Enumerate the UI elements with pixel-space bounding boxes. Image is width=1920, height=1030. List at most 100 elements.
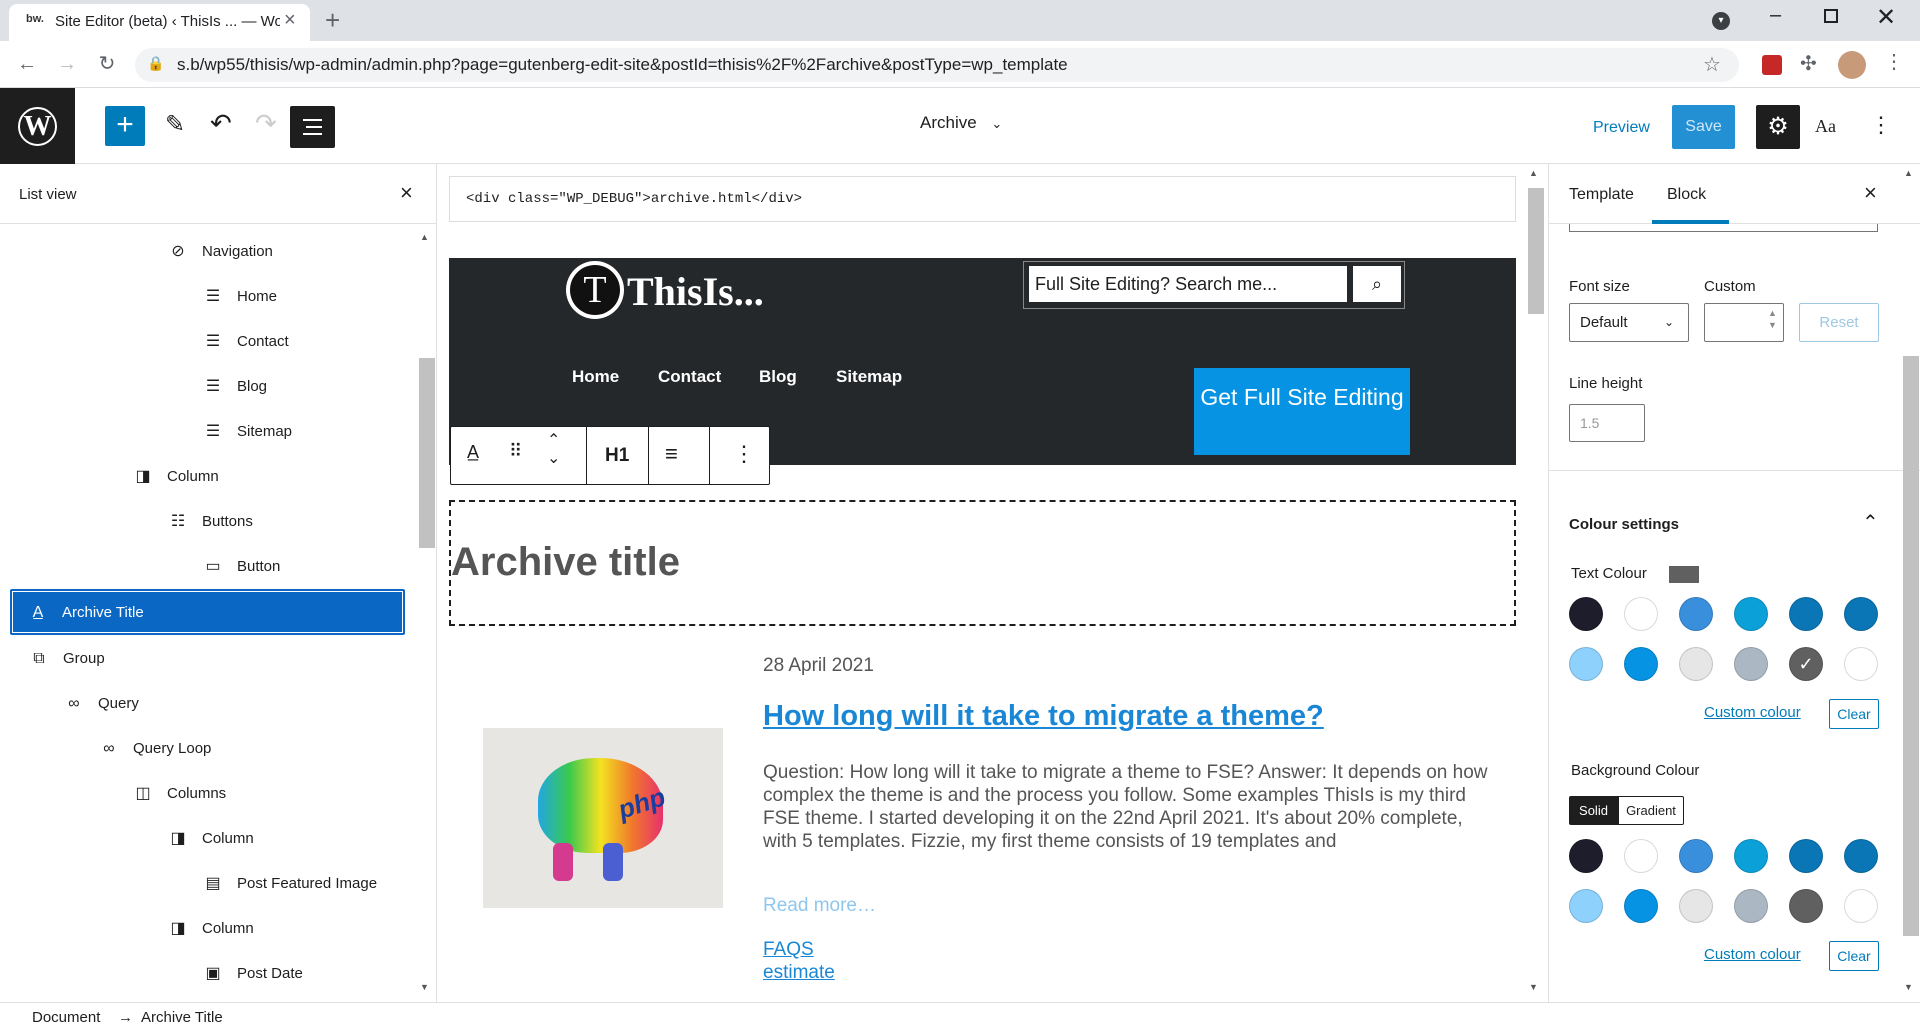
archive-title-icon[interactable]: A̲ (467, 442, 479, 463)
wordpress-logo[interactable]: W (0, 88, 75, 164)
tab-block[interactable]: Block (1652, 164, 1729, 224)
browser-tab[interactable]: bw. Site Editor (beta) ‹ ThisIs ... — Wo… (9, 4, 310, 41)
sidebar-scrollbar-thumb[interactable] (1903, 356, 1919, 936)
breadcrumb-document[interactable]: Document (32, 1009, 100, 1026)
list-item-contact[interactable]: ☰ Contact (203, 320, 289, 364)
reload-icon[interactable]: ↻ (94, 51, 120, 77)
list-item-button[interactable]: ▭ Button (203, 545, 280, 589)
color-swatch[interactable] (1624, 647, 1658, 681)
bg-color-swatch[interactable] (1844, 889, 1878, 923)
color-swatch-selected-check-icon[interactable]: ✓ (1789, 647, 1823, 681)
nav-blog[interactable]: Blog (759, 367, 797, 387)
cta-button[interactable]: Get Full Site Editing (1194, 368, 1410, 455)
list-view-button[interactable] (290, 106, 335, 148)
site-logo[interactable]: T (566, 261, 624, 319)
undo-icon[interactable]: ↶ (210, 108, 232, 139)
close-sidebar-icon[interactable]: × (1864, 180, 1877, 206)
custom-bg-colour-link[interactable]: Custom colour (1704, 946, 1801, 963)
list-item-column-2[interactable]: ◨ Column (168, 817, 253, 861)
forward-icon[interactable]: → (54, 51, 80, 77)
heading-level-button[interactable]: H1 (605, 445, 629, 467)
debug-block[interactable]: <div class="WP_DEBUG">archive.html</div> (449, 176, 1516, 222)
bg-color-swatch[interactable] (1789, 839, 1823, 873)
chrome-menu-icon[interactable]: ⋮ (1884, 49, 1904, 74)
profile-avatar[interactable] (1838, 51, 1866, 79)
bg-color-swatch[interactable] (1734, 889, 1768, 923)
site-title[interactable]: ThisIs... (627, 268, 764, 315)
color-swatch[interactable] (1789, 597, 1823, 631)
bg-color-swatch[interactable] (1844, 839, 1878, 873)
bg-color-swatch[interactable] (1569, 839, 1603, 873)
breadcrumb-archive-title[interactable]: Archive Title (141, 1009, 223, 1026)
bg-color-swatch[interactable] (1624, 839, 1658, 873)
custom-colour-link[interactable]: Custom colour (1704, 704, 1801, 721)
color-swatch[interactable] (1624, 597, 1658, 631)
search-input[interactable]: Full Site Editing? Search me... (1029, 266, 1347, 302)
close-tab-icon[interactable]: × (284, 9, 296, 32)
extension-icon[interactable] (1762, 55, 1782, 75)
read-more-link[interactable]: Read more… (763, 895, 876, 917)
tag-faqs-link[interactable]: FAQS (763, 939, 814, 961)
search-button-icon[interactable]: ⌕ (1353, 266, 1401, 302)
post-excerpt[interactable]: Question: How long will it take to migra… (763, 761, 1493, 853)
save-button[interactable]: Save (1672, 105, 1735, 149)
list-item-sitemap[interactable]: ☰ Sitemap (203, 410, 292, 454)
new-tab-icon[interactable]: + (325, 5, 340, 36)
color-swatch[interactable] (1569, 647, 1603, 681)
line-height-input[interactable]: 1.5 (1569, 404, 1645, 442)
list-item-buttons[interactable]: ☷ Buttons (168, 500, 253, 544)
color-swatch[interactable] (1844, 597, 1878, 631)
color-swatch[interactable] (1734, 597, 1768, 631)
maximize-icon[interactable] (1824, 9, 1838, 23)
post-featured-image[interactable]: php (483, 728, 723, 908)
bg-color-swatch[interactable] (1789, 889, 1823, 923)
scroll-down-arrow[interactable]: ▼ (420, 982, 429, 992)
clear-bg-colour-button[interactable]: Clear (1829, 941, 1879, 971)
list-item-post-date[interactable]: ▣ Post Date (203, 952, 302, 996)
scroll-up-arrow[interactable]: ▲ (420, 232, 429, 242)
puzzle-icon[interactable]: ✣ (1800, 51, 1817, 76)
bookmark-star-icon[interactable]: ☆ (1703, 52, 1721, 77)
chevron-up-icon[interactable]: ⌃ (1862, 510, 1879, 535)
back-icon[interactable]: ← (14, 51, 40, 77)
colour-settings-heading[interactable]: Colour settings (1569, 516, 1679, 533)
drag-handle-icon[interactable]: ⠿ (509, 441, 522, 462)
solid-button[interactable]: Solid (1569, 796, 1618, 825)
tab-template[interactable]: Template (1569, 186, 1634, 204)
canvas-scrollbar-thumb[interactable] (1528, 188, 1544, 314)
list-item-home[interactable]: ☰ Home (203, 275, 277, 319)
sidebar-scroll-up-arrow[interactable]: ▲ (1904, 168, 1913, 178)
canvas-scroll-down-arrow[interactable]: ▼ (1529, 982, 1538, 992)
preview-button[interactable]: Preview (1593, 119, 1650, 137)
list-item-navigation[interactable]: ⊘ Navigation (168, 230, 273, 274)
reset-button[interactable]: Reset (1799, 303, 1879, 342)
color-swatch[interactable] (1734, 647, 1768, 681)
list-item-query[interactable]: ∞ Query (64, 682, 139, 726)
close-list-view-icon[interactable]: × (400, 180, 413, 206)
add-block-button[interactable]: + (105, 106, 145, 146)
color-swatch[interactable] (1569, 597, 1603, 631)
canvas-scroll-up-arrow[interactable]: ▲ (1529, 168, 1538, 178)
minimize-icon[interactable]: – (1770, 4, 1781, 27)
custom-font-size-input[interactable]: ▲ ▼ (1704, 303, 1784, 342)
stepper-icon[interactable]: ▲ ▼ (1768, 307, 1777, 331)
tab-search-icon[interactable]: ▾ (1712, 12, 1730, 30)
redo-icon[interactable]: ↷ (255, 108, 277, 139)
archive-title[interactable]: Archive title (451, 540, 680, 585)
list-item-archive-title[interactable]: A̲ Archive Title (10, 589, 405, 635)
list-item-column-3[interactable]: ◨ Column (168, 907, 253, 951)
list-item-query-loop[interactable]: ∞ Query Loop (99, 727, 211, 771)
tag-estimate-link[interactable]: estimate (763, 962, 835, 984)
post-date[interactable]: 28 April 2021 (763, 655, 874, 677)
list-item-column[interactable]: ◨ Column (133, 455, 218, 499)
nav-contact[interactable]: Contact (658, 367, 721, 387)
clear-text-colour-button[interactable]: Clear (1829, 699, 1879, 729)
bg-color-swatch[interactable] (1569, 889, 1603, 923)
post-title-link[interactable]: How long will it take to migrate a theme… (763, 700, 1324, 733)
color-swatch[interactable] (1679, 647, 1713, 681)
bg-color-swatch[interactable] (1624, 889, 1658, 923)
settings-gear-icon[interactable]: ⚙ (1756, 105, 1800, 149)
gradient-button[interactable]: Gradient (1618, 796, 1684, 825)
more-options-icon[interactable]: ⋮ (1870, 112, 1892, 138)
window-close-icon[interactable]: ✕ (1876, 3, 1896, 32)
